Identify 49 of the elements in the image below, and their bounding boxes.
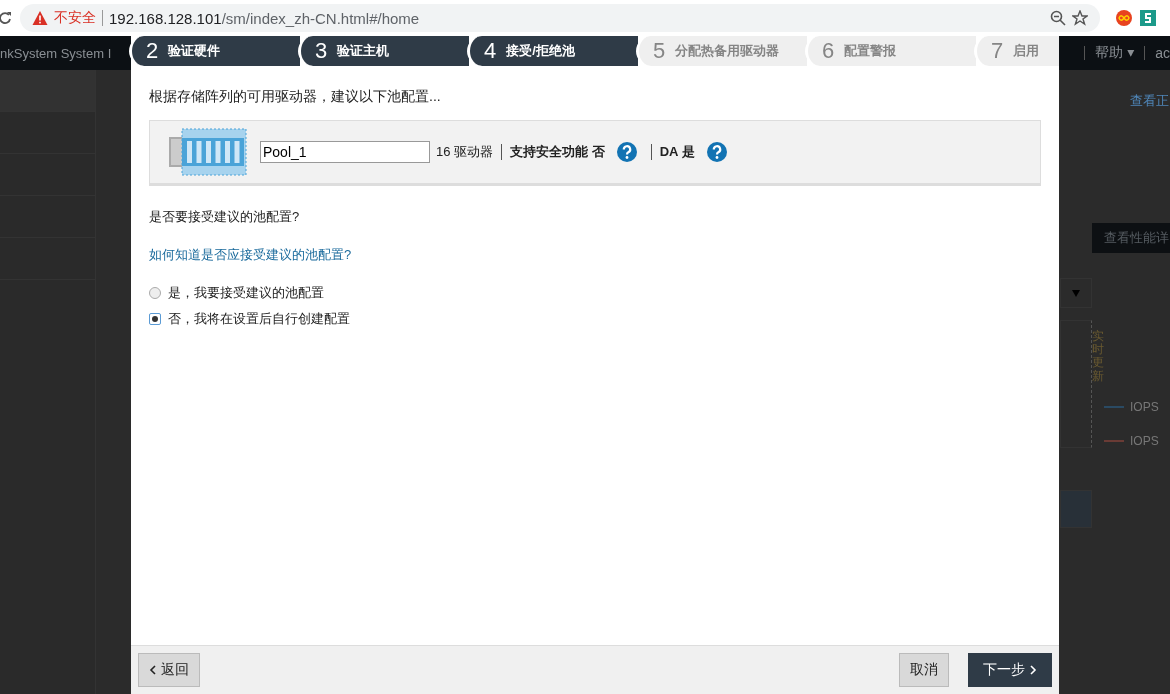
option-label[interactable]: 是，我要接受建议的池配置: [168, 284, 324, 302]
step-label: 验证主机: [337, 42, 390, 60]
pool-name-field[interactable]: Pool_1: [260, 141, 430, 163]
legend-label: IOPS: [1130, 400, 1159, 414]
step-number: 7: [991, 38, 1004, 64]
next-button[interactable]: 下一步: [968, 653, 1052, 687]
help-icon[interactable]: [706, 142, 727, 162]
header-link[interactable]: 帮助 ▾: [1095, 44, 1135, 62]
extension-icon[interactable]: [1140, 10, 1156, 26]
step-number: 3: [315, 38, 328, 64]
reload-icon[interactable]: [0, 11, 12, 25]
drive-tray-icon: [168, 128, 248, 176]
step-label: 验证硬件: [168, 42, 221, 60]
address-bar[interactable]: 不安全 192.168.128.101/sm/index_zh-CN.html#/home: [20, 4, 1100, 32]
radio-button[interactable]: [149, 313, 161, 325]
da-label: DA 是: [659, 143, 695, 161]
step-number: 4: [484, 38, 497, 64]
header-link[interactable]: ac: [1155, 45, 1170, 61]
zoom-icon[interactable]: [1050, 10, 1066, 26]
step-label: 接受/拒绝池: [506, 42, 575, 60]
step-number: 2: [146, 38, 159, 64]
legend-label: IOPS: [1130, 434, 1159, 448]
help-link[interactable]: 如何知道是否应接受建议的池配置?: [149, 246, 352, 264]
scrollbar[interactable]: [1060, 490, 1092, 528]
back-button[interactable]: 返回: [138, 653, 200, 687]
dropdown-arrow-icon: [1072, 289, 1080, 297]
chevron-left-icon: [149, 665, 157, 675]
intro-text: 根据存储阵列的可用驱动器，建议以下池配置...: [149, 88, 442, 106]
step-label: 配置警报: [844, 42, 897, 60]
drive-count: 16 驱动器: [436, 143, 494, 161]
security-label: 不安全: [54, 9, 96, 27]
live-update-label: 实时更新: [1092, 330, 1104, 383]
step-label: 分配热备用驱动器: [675, 42, 780, 60]
star-icon[interactable]: [1072, 10, 1088, 26]
radio-button[interactable]: [149, 287, 161, 299]
question-text: 是否要接受建议的池配置?: [149, 208, 301, 226]
step-number: 6: [822, 38, 835, 64]
url-text: 192.168.128.101/sm/index_zh-CN.html#/home: [109, 9, 420, 27]
step-number: 5: [653, 38, 666, 64]
view-link[interactable]: 查看正: [1130, 92, 1169, 110]
security-capable-label: 支持安全功能 否: [510, 143, 605, 161]
extension-icon[interactable]: [1116, 10, 1132, 26]
option-label[interactable]: 否，我将在设置后自行创建配置: [168, 310, 350, 328]
help-icon[interactable]: [616, 142, 637, 162]
warning-icon: [32, 10, 48, 26]
cancel-button[interactable]: 取消: [899, 653, 949, 687]
app-title: nkSystem System I: [0, 45, 112, 61]
chevron-right-icon: [1029, 665, 1037, 675]
step-label: 启用: [1013, 42, 1040, 60]
